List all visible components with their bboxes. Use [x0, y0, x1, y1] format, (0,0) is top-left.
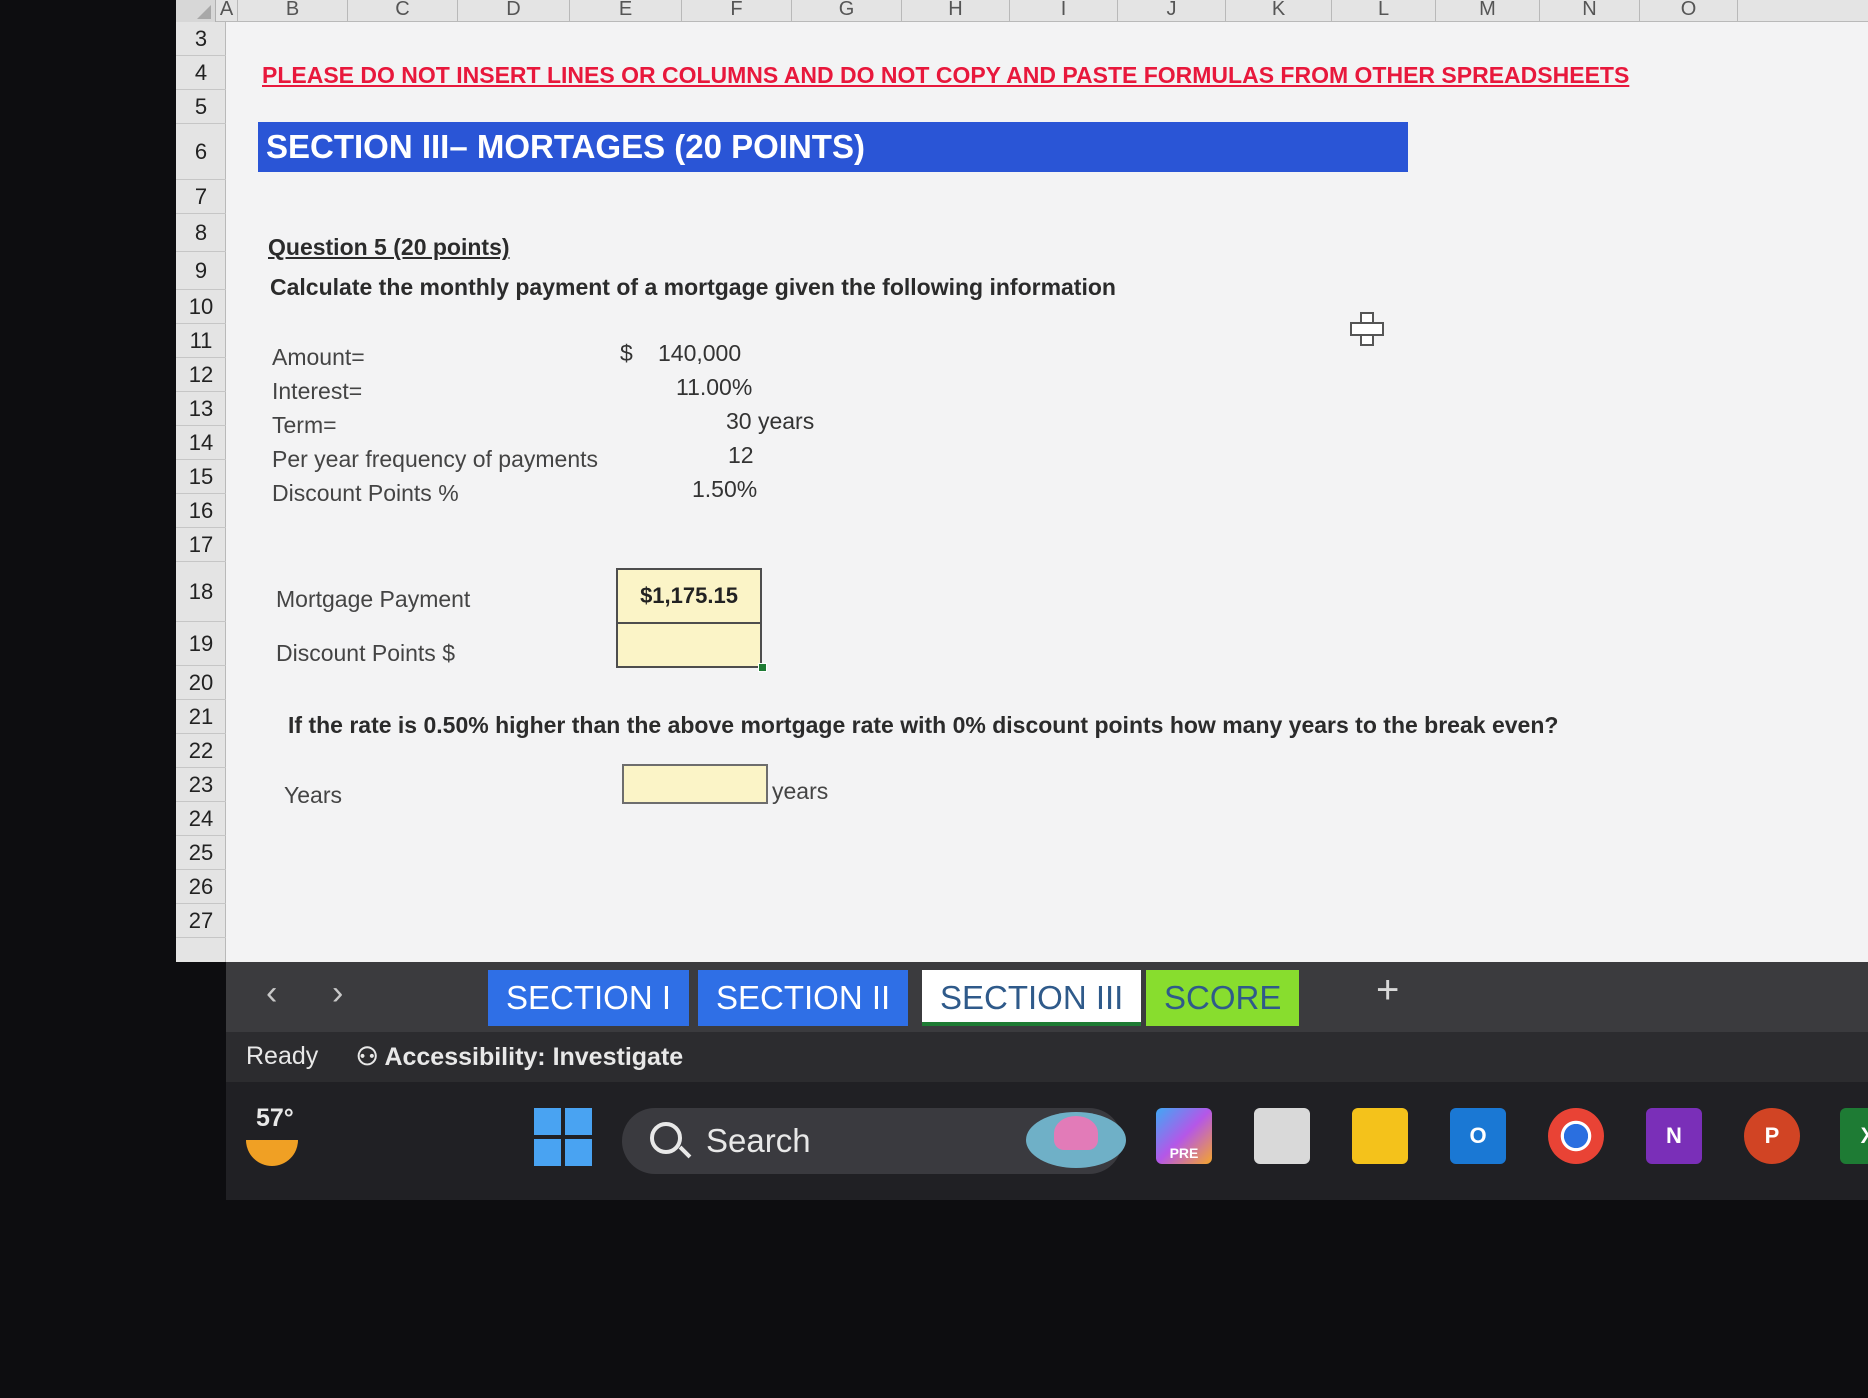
amount-value[interactable]: 140,000: [658, 340, 741, 367]
scroll-tabs-right-icon[interactable]: ›: [332, 974, 343, 1013]
column-header-f[interactable]: F: [682, 0, 792, 22]
row-header[interactable]: 12: [176, 358, 226, 392]
discount-points-pct-label: Discount Points %: [272, 480, 459, 506]
break-even-question: If the rate is 0.50% higher than the abo…: [288, 712, 1559, 738]
select-all-corner[interactable]: [176, 0, 216, 22]
row-header[interactable]: 25: [176, 836, 226, 870]
accessibility-icon: ⚇: [356, 1043, 385, 1071]
column-header-n[interactable]: N: [1540, 0, 1640, 22]
add-sheet-icon[interactable]: +: [1376, 968, 1399, 1013]
column-header-j[interactable]: J: [1118, 0, 1226, 22]
discount-points-dollar-label: Discount Points $: [276, 640, 455, 666]
column-header-c[interactable]: C: [348, 0, 458, 22]
amount-label: Amount=: [272, 344, 365, 370]
column-header-g[interactable]: G: [792, 0, 902, 22]
status-ready: Ready: [246, 1042, 319, 1070]
mortgage-payment-label: Mortgage Payment: [276, 586, 471, 612]
row-header[interactable]: 22: [176, 734, 226, 768]
discount-points-dollar-cell[interactable]: [616, 624, 762, 668]
copilot-icon[interactable]: PRE: [1156, 1108, 1212, 1164]
chrome-icon[interactable]: [1548, 1108, 1604, 1164]
interest-value[interactable]: 11.00%: [676, 374, 752, 401]
weather-temperature[interactable]: 57°: [256, 1104, 294, 1133]
row-header[interactable]: 3: [176, 22, 226, 56]
cell-cursor-icon: [1350, 312, 1384, 346]
row-header[interactable]: 4: [176, 56, 226, 90]
column-header-bar: A B C D E F G H I J K L M N O: [176, 0, 1868, 22]
column-header-h[interactable]: H: [902, 0, 1010, 22]
row-header[interactable]: 6: [176, 124, 226, 180]
row-header[interactable]: 18: [176, 562, 226, 622]
worksheet-grid[interactable]: PLEASE DO NOT INSERT LINES OR COLUMNS AN…: [226, 22, 1868, 962]
years-unit-label: years: [772, 778, 829, 804]
excel-icon[interactable]: X: [1840, 1108, 1868, 1164]
tab-score[interactable]: SCORE: [1146, 970, 1300, 1026]
row-header[interactable]: 20: [176, 666, 226, 700]
scroll-tabs-left-icon[interactable]: ‹: [266, 974, 277, 1013]
column-header-o[interactable]: O: [1640, 0, 1738, 22]
row-header[interactable]: 21: [176, 700, 226, 734]
amount-currency: $: [620, 340, 633, 366]
search-icon: [650, 1122, 682, 1154]
row-header[interactable]: 19: [176, 622, 226, 666]
column-header-m[interactable]: M: [1436, 0, 1540, 22]
task-view-icon[interactable]: [1254, 1108, 1310, 1164]
interest-label: Interest=: [272, 378, 363, 404]
term-value[interactable]: 30 years: [726, 408, 814, 435]
years-label: Years: [284, 782, 342, 808]
row-header[interactable]: 24: [176, 802, 226, 836]
outlook-icon[interactable]: O: [1450, 1108, 1506, 1164]
column-header-e[interactable]: E: [570, 0, 682, 22]
taskbar: 57° Search PRE O N P X: [226, 1082, 1868, 1200]
windows-start-icon[interactable]: [534, 1108, 592, 1166]
column-header-b[interactable]: B: [238, 0, 348, 22]
question-title: Question 5 (20 points): [268, 234, 510, 260]
file-explorer-icon[interactable]: [1352, 1108, 1408, 1164]
row-header[interactable]: 16: [176, 494, 226, 528]
powerpoint-icon[interactable]: P: [1744, 1108, 1800, 1164]
tab-section-iii[interactable]: SECTION III: [922, 970, 1142, 1026]
row-header[interactable]: 14: [176, 426, 226, 460]
row-header[interactable]: 27: [176, 904, 226, 938]
section-title-banner: SECTION III– MORTAGES (20 POINTS): [258, 122, 1408, 172]
mortgage-payment-cell[interactable]: $1,175.15: [616, 568, 762, 624]
discount-points-pct-value[interactable]: 1.50%: [692, 476, 757, 503]
frequency-label: Per year frequency of payments: [272, 446, 598, 472]
row-header[interactable]: 7: [176, 180, 226, 214]
column-header-l[interactable]: L: [1332, 0, 1436, 22]
column-header-d[interactable]: D: [458, 0, 570, 22]
search-placeholder: Search: [706, 1122, 811, 1159]
search-highlight-lotus-icon: [1026, 1112, 1126, 1168]
row-header[interactable]: 8: [176, 214, 226, 252]
term-label: Term=: [272, 412, 337, 438]
row-header[interactable]: 9: [176, 252, 226, 290]
column-header-k[interactable]: K: [1226, 0, 1332, 22]
row-header-bar: 3 4 5 6 7 8 9 10 11 12 13 14 15 16 17 18…: [176, 22, 226, 962]
accessibility-status[interactable]: ⚇ Accessibility: Investigate: [356, 1042, 683, 1072]
warning-message: PLEASE DO NOT INSERT LINES OR COLUMNS AN…: [262, 62, 1630, 88]
screen: A B C D E F G H I J K L M N O 3 4 5 6 7 …: [0, 0, 1868, 1200]
row-header[interactable]: 10: [176, 290, 226, 324]
tab-section-ii[interactable]: SECTION II: [698, 970, 909, 1026]
row-header[interactable]: 15: [176, 460, 226, 494]
column-header-i[interactable]: I: [1010, 0, 1118, 22]
row-header[interactable]: 26: [176, 870, 226, 904]
sheet-tab-bar: ‹ › SECTION I SECTION II SECTION III SCO…: [226, 962, 1868, 1032]
column-header-a[interactable]: A: [216, 0, 238, 22]
row-header[interactable]: 23: [176, 768, 226, 802]
onenote-icon[interactable]: N: [1646, 1108, 1702, 1164]
question-text: Calculate the monthly payment of a mortg…: [270, 274, 1116, 300]
weather-sun-icon: [246, 1140, 298, 1166]
row-header[interactable]: 11: [176, 324, 226, 358]
tab-section-i[interactable]: SECTION I: [488, 970, 690, 1026]
fill-handle[interactable]: [758, 663, 767, 672]
row-header[interactable]: 13: [176, 392, 226, 426]
break-even-years-cell[interactable]: [622, 764, 768, 804]
accessibility-label: Accessibility: Investigate: [384, 1043, 684, 1071]
status-bar: Ready ⚇ Accessibility: Investigate: [226, 1032, 1868, 1082]
row-header[interactable]: 5: [176, 90, 226, 124]
row-header[interactable]: 17: [176, 528, 226, 562]
frequency-value[interactable]: 12: [728, 442, 754, 469]
